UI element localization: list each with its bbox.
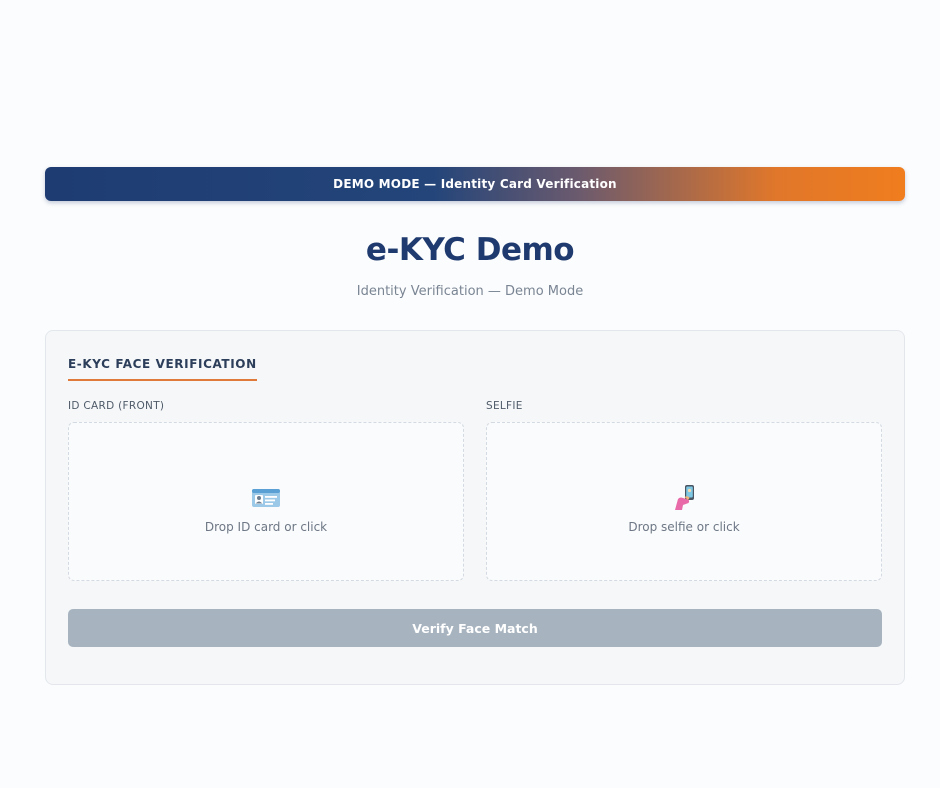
id-card-icon — [251, 483, 281, 513]
selfie-label: SELFIE — [486, 400, 523, 412]
selfie-drop-prompt: Drop selfie or click — [628, 520, 740, 534]
selfie-dropzone[interactable]: Drop selfie or click — [486, 422, 882, 581]
page-title: e-KYC Demo — [365, 232, 575, 268]
id-card-label: ID CARD (FRONT) — [68, 400, 165, 412]
page-subtitle: Identity Verification — Demo Mode — [356, 284, 584, 299]
tab-ekyc-face-verification[interactable]: E-KYC FACE VERIFICATION — [68, 357, 257, 381]
demo-mode-banner: DEMO MODE — Identity Card Verification — [45, 167, 905, 201]
id-card-drop-prompt: Drop ID card or click — [204, 520, 328, 534]
id-card-dropzone[interactable]: Drop ID card or click — [68, 422, 464, 581]
selfie-icon — [669, 483, 699, 513]
banner-text: DEMO MODE — Identity Card Verification — [333, 177, 617, 191]
verify-face-match-button[interactable]: Verify Face Match — [68, 609, 882, 647]
verification-panel: E-KYC FACE VERIFICATION ID CARD (FRONT) … — [45, 330, 905, 685]
